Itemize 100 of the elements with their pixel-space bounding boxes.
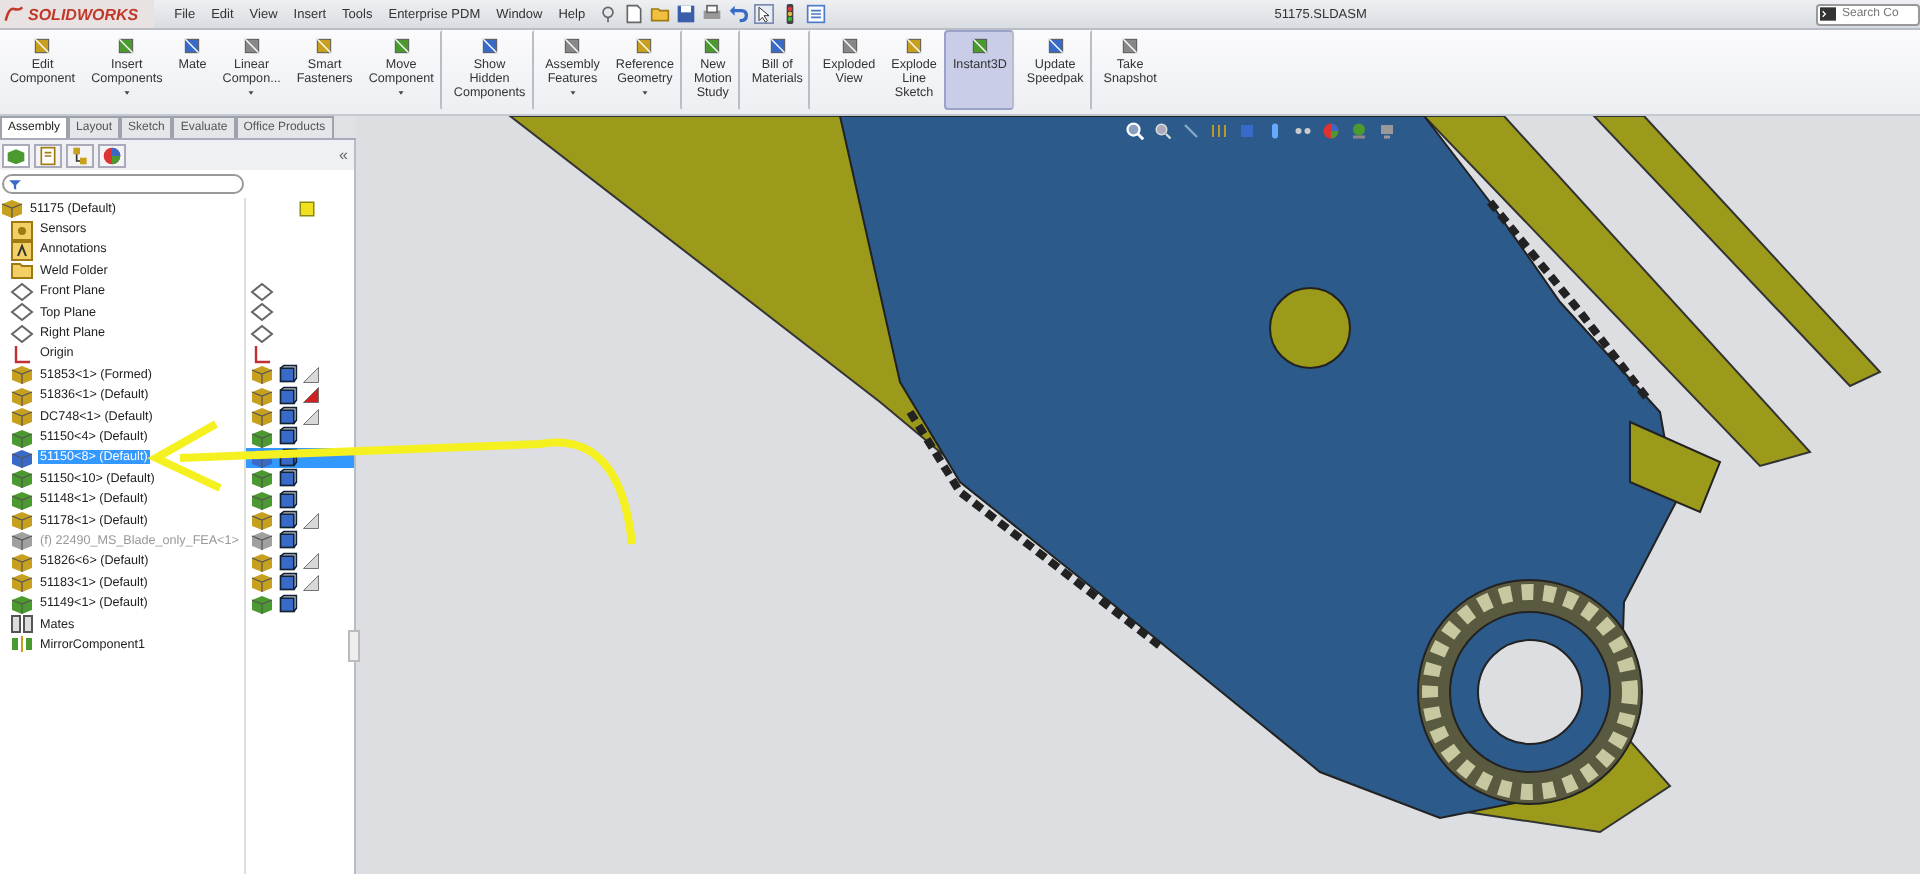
component-icon: [250, 487, 274, 512]
component-icon: [10, 487, 34, 512]
cube-icon: [278, 468, 298, 489]
tool-icon: [969, 36, 990, 56]
component-icon: [10, 362, 34, 387]
zoom-to-fit-icon: [1126, 122, 1144, 140]
sensor-icon: [10, 217, 34, 242]
print-icon: [701, 4, 722, 24]
component-icon: [250, 362, 274, 387]
component-icon: [10, 425, 34, 449]
view-settings-icon: [1378, 122, 1396, 140]
tool-icon: [1045, 36, 1066, 56]
component-icon: [10, 404, 34, 429]
component-icon: [0, 198, 24, 221]
tool-icon: [839, 36, 860, 56]
filter-icon: [8, 177, 22, 191]
tool-icon: [562, 36, 583, 56]
previous-view-icon: [1182, 122, 1200, 140]
assembly-icon: [6, 145, 26, 165]
origin-icon: [250, 341, 274, 366]
component-icon: [10, 570, 34, 595]
app-name: SOLIDWORKS: [28, 5, 139, 23]
caret-icon: [567, 88, 578, 98]
cube-icon: [278, 510, 298, 531]
tool-icon: [241, 36, 262, 56]
folder-icon: [10, 258, 34, 283]
component-icon: [10, 383, 34, 408]
component-icon: [250, 528, 274, 553]
display-tab[interactable]: [98, 143, 126, 167]
mirror-icon: [10, 632, 34, 657]
annotation-icon: [10, 237, 34, 262]
plane-icon: [250, 321, 274, 346]
origin-icon: [10, 341, 34, 366]
cube-icon: [278, 593, 298, 614]
tool-icon: [391, 36, 412, 56]
plane-icon: [10, 321, 34, 346]
tool-icon: [767, 36, 788, 56]
configuration-tab[interactable]: [66, 143, 94, 167]
collapse-button[interactable]: «: [339, 146, 348, 164]
section-view-icon: [1210, 122, 1228, 140]
hide-show-icon: [1294, 122, 1312, 140]
tool-icon: [32, 36, 53, 56]
component-icon: [250, 466, 274, 491]
appearance-swatch-icon: [298, 199, 316, 218]
cube-icon: [278, 385, 298, 406]
component-icon: [250, 591, 274, 616]
pointer-icon: [753, 4, 774, 24]
display-style-icon: [1266, 122, 1284, 140]
cube-icon: [278, 551, 298, 572]
undo-icon: [727, 4, 748, 24]
zoom-area-icon: [1154, 122, 1172, 140]
cube-icon: [278, 447, 298, 468]
tool-icon: [1120, 36, 1141, 56]
options-icon: [805, 4, 826, 24]
component-icon: [250, 425, 274, 449]
open-folder-icon: [649, 4, 670, 24]
component-icon: [250, 549, 274, 574]
color-wheel-icon: [102, 145, 122, 165]
plane-icon: [10, 300, 34, 325]
cube-icon: [278, 489, 298, 510]
cube-icon: [278, 426, 298, 447]
tool-icon: [116, 36, 137, 56]
tool-icon: [182, 36, 203, 56]
save-icon: [675, 4, 696, 24]
view-orientation-icon: [1238, 122, 1256, 140]
component-icon: [10, 466, 34, 491]
cube-icon: [278, 364, 298, 385]
component-icon: [10, 445, 34, 470]
component-icon: [250, 508, 274, 533]
component-icon: [10, 528, 34, 553]
tool-icon: [634, 36, 655, 56]
scene-icon: [1350, 122, 1368, 140]
component-icon: [10, 591, 34, 616]
component-icon: [250, 383, 274, 408]
component-icon: [250, 570, 274, 595]
property-tab[interactable]: [34, 143, 62, 167]
logo-icon: [4, 4, 24, 24]
cube-icon: [278, 572, 298, 593]
triangle-icon: [302, 511, 320, 530]
mates-icon: [10, 612, 34, 637]
component-icon: [250, 404, 274, 429]
caret-icon: [121, 88, 132, 98]
tool-icon: [479, 36, 500, 56]
tool-icon: [904, 36, 925, 56]
caret-icon: [396, 88, 407, 98]
splitter-handle[interactable]: [348, 630, 360, 662]
cube-icon: [278, 530, 298, 551]
feature-tree-tab[interactable]: [2, 143, 30, 167]
cube-icon: [278, 406, 298, 427]
tool-icon: [702, 36, 723, 56]
configuration-icon: [70, 145, 90, 165]
caret-icon: [639, 88, 650, 98]
caret-icon: [246, 88, 257, 98]
plane-icon: [250, 300, 274, 325]
appearance-icon: [1322, 122, 1340, 140]
document-icon: [38, 145, 58, 165]
component-icon: [10, 549, 34, 574]
filter-field[interactable]: [2, 174, 244, 194]
new-document-icon: [623, 4, 644, 24]
tool-icon: [314, 36, 335, 56]
